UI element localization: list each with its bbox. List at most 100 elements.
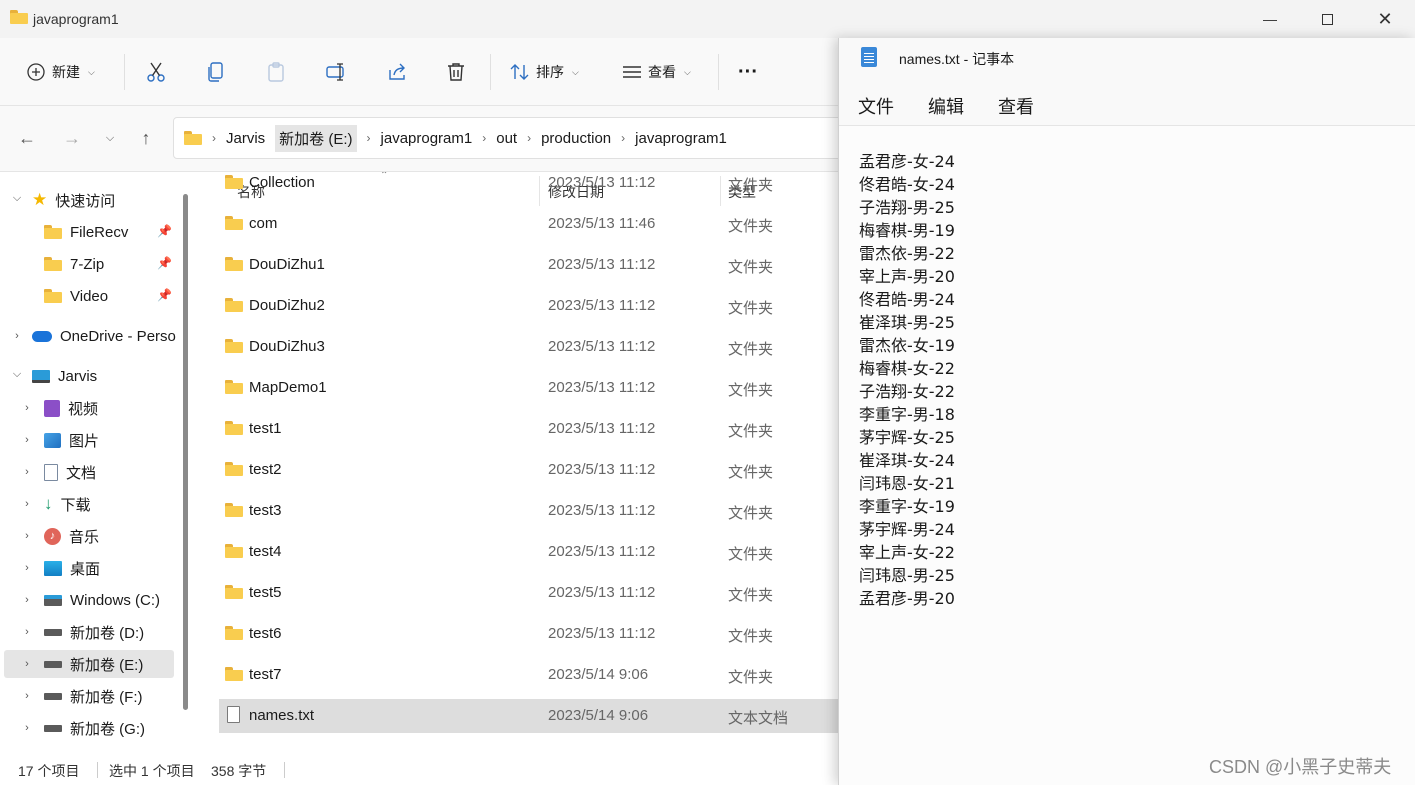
sidebar-item-drive-d[interactable]: 新加卷 (D:) <box>44 618 144 646</box>
breadcrumb-separator: › <box>527 131 532 145</box>
close-button[interactable]: ✕ <box>1356 0 1414 38</box>
text-line: 茅宇辉-男-24 <box>859 520 955 539</box>
text-line: 梅睿棋-女-22 <box>859 359 955 378</box>
forward-button[interactable]: → <box>60 126 84 150</box>
sidebar-item-quick-access[interactable]: ★ 快速访问 <box>32 186 115 214</box>
file-row[interactable]: test7 2023/5/14 9:06 文件夹 <box>219 658 840 692</box>
file-date: 2023/5/13 11:12 <box>548 461 656 478</box>
toolbar-divider <box>124 54 125 90</box>
expand-chevron-icon[interactable]: › <box>20 466 34 478</box>
collapse-chevron-icon[interactable]: ⌵ <box>10 192 24 205</box>
sidebar-item-drive-f[interactable]: 新加卷 (F:) <box>44 682 143 710</box>
minimize-button[interactable]: — <box>1241 0 1299 38</box>
file-date: 2023/5/13 11:12 <box>548 584 656 601</box>
sidebar-item-7zip[interactable]: 7-Zip <box>44 250 104 278</box>
expand-chevron-icon[interactable]: › <box>20 498 34 510</box>
watermark: CSDN @小黑子史蒂夫 <box>1209 757 1392 777</box>
back-button[interactable]: ← <box>15 126 39 150</box>
expand-chevron-icon[interactable]: › <box>20 530 34 542</box>
breadcrumb-item[interactable]: production <box>541 130 611 147</box>
sidebar-item-this-pc[interactable]: Jarvis <box>32 362 97 390</box>
menu-view[interactable]: 查看 <box>998 93 1034 119</box>
sidebar-item-music[interactable]: ♪ 音乐 <box>44 522 99 550</box>
sidebar-item-desktop[interactable]: 桌面 <box>44 554 100 582</box>
menu-file[interactable]: 文件 <box>858 93 894 119</box>
breadcrumb-item[interactable]: javaprogram1 <box>635 130 727 147</box>
sidebar-item-label: 图片 <box>69 432 100 450</box>
cut-button[interactable] <box>146 54 166 90</box>
drive-icon <box>44 660 62 668</box>
folder-icon <box>44 257 62 271</box>
delete-button[interactable] <box>446 54 466 90</box>
collapse-chevron-icon[interactable]: ⌵ <box>10 368 24 381</box>
breadcrumb-item[interactable]: javaprogram1 <box>381 130 473 147</box>
maximize-button[interactable] <box>1298 0 1356 38</box>
expand-chevron-icon[interactable]: › <box>20 722 34 734</box>
share-button[interactable] <box>386 54 408 90</box>
breadcrumb-item[interactable]: Jarvis <box>226 130 265 147</box>
sidebar-item-pictures[interactable]: 图片 <box>44 426 99 454</box>
expand-chevron-icon[interactable]: › <box>20 402 34 414</box>
address-bar[interactable]: › Jarvis 新加卷 (E:) › javaprogram1 › out ›… <box>173 117 873 159</box>
file-date: 2023/5/13 11:12 <box>548 256 656 273</box>
selection-count: 选中 1 个项目 <box>109 763 195 779</box>
rename-button[interactable] <box>326 54 348 90</box>
up-arrow-icon: ↑ <box>141 127 151 148</box>
file-row[interactable]: test1 2023/5/13 11:12 文件夹 <box>219 412 840 446</box>
breadcrumb-item[interactable]: out <box>496 130 517 147</box>
sidebar-item-onedrive[interactable]: OneDrive - Perso <box>32 322 176 350</box>
sidebar-item-video[interactable]: Video <box>44 282 108 310</box>
breadcrumb-item[interactable]: 新加卷 (E:) <box>275 124 357 152</box>
sidebar-item-drive-g[interactable]: 新加卷 (G:) <box>44 714 145 742</box>
expand-chevron-icon[interactable]: › <box>20 658 34 670</box>
file-row[interactable]: test2 2023/5/13 11:12 文件夹 <box>219 453 840 487</box>
file-row[interactable]: com 2023/5/13 11:46 文件夹 <box>219 207 840 241</box>
file-row[interactable]: DouDiZhu2 2023/5/13 11:12 文件夹 <box>219 289 840 323</box>
sidebar-scrollbar[interactable] <box>183 194 188 710</box>
sidebar-item-documents[interactable]: 文档 <box>44 458 96 486</box>
view-button[interactable]: 查看 ⌵ <box>622 54 691 90</box>
expand-chevron-icon[interactable]: › <box>20 690 34 702</box>
expand-chevron-icon[interactable]: › <box>20 434 34 446</box>
sort-button[interactable]: 排序 ⌵ <box>510 54 579 90</box>
file-row[interactable]: test4 2023/5/13 11:12 文件夹 <box>219 535 840 569</box>
navigation-row: ← → ⌵ ↑ › Jarvis 新加卷 (E:) › javaprogram1… <box>0 106 873 172</box>
scissors-icon <box>147 62 165 82</box>
recent-locations-button[interactable]: ⌵ <box>98 126 122 150</box>
menu-edit[interactable]: 编辑 <box>928 93 964 119</box>
rename-icon <box>326 63 344 81</box>
more-options-button[interactable]: ··· <box>738 54 758 90</box>
sidebar-item-label: 视频 <box>68 400 99 418</box>
file-row[interactable]: DouDiZhu1 2023/5/13 11:12 文件夹 <box>219 248 840 282</box>
text-line: 崔泽琪-男-25 <box>859 313 955 332</box>
sidebar-item-drive-e[interactable]: 新加卷 (E:) <box>44 650 143 678</box>
folder-icon <box>44 225 62 239</box>
file-row[interactable]: test6 2023/5/13 11:12 文件夹 <box>219 617 840 651</box>
paste-button[interactable] <box>266 54 286 90</box>
file-row[interactable]: test5 2023/5/13 11:12 文件夹 <box>219 576 840 610</box>
sidebar-item-videos[interactable]: 视频 <box>44 394 98 422</box>
sidebar-item-filerecv[interactable]: FileRecv <box>44 218 128 246</box>
folder-icon <box>225 216 243 230</box>
file-type: 文件夹 <box>728 300 774 317</box>
drive-icon <box>44 724 62 732</box>
file-row[interactable]: test3 2023/5/13 11:12 文件夹 <box>219 494 840 528</box>
chevron-down-icon: ⌵ <box>88 66 95 77</box>
expand-chevron-icon[interactable]: › <box>20 594 34 606</box>
file-row[interactable]: MapDemo1 2023/5/13 11:12 文件夹 <box>219 371 840 405</box>
expand-chevron-icon[interactable]: › <box>20 562 34 574</box>
file-row[interactable]: DouDiZhu3 2023/5/13 11:12 文件夹 <box>219 330 840 364</box>
file-row[interactable]: Collection 2023/5/13 11:12 文件夹 <box>219 172 840 200</box>
expand-chevron-icon[interactable]: › <box>10 330 24 342</box>
text-editor-area[interactable]: 孟君彦-女-24 佟君皓-女-24 子浩翔-男-25 梅睿棋-男-19 雷杰依-男-22… <box>839 126 1415 785</box>
text-line: 雷杰依-女-19 <box>859 336 955 355</box>
file-row[interactable]: names.txt 2023/5/14 9:06 文本文档 <box>219 699 840 733</box>
copy-button[interactable] <box>206 54 226 90</box>
sidebar-item-drive-c[interactable]: Windows (C:) <box>44 586 160 614</box>
up-button[interactable]: ↑ <box>134 126 158 150</box>
expand-chevron-icon[interactable]: › <box>20 626 34 638</box>
text-line: 闫玮恩-女-21 <box>859 474 955 493</box>
file-name: test2 <box>249 461 282 478</box>
sidebar-item-downloads[interactable]: ↓ 下载 <box>44 490 91 518</box>
new-button[interactable]: 新建 ⌵ <box>26 54 95 90</box>
